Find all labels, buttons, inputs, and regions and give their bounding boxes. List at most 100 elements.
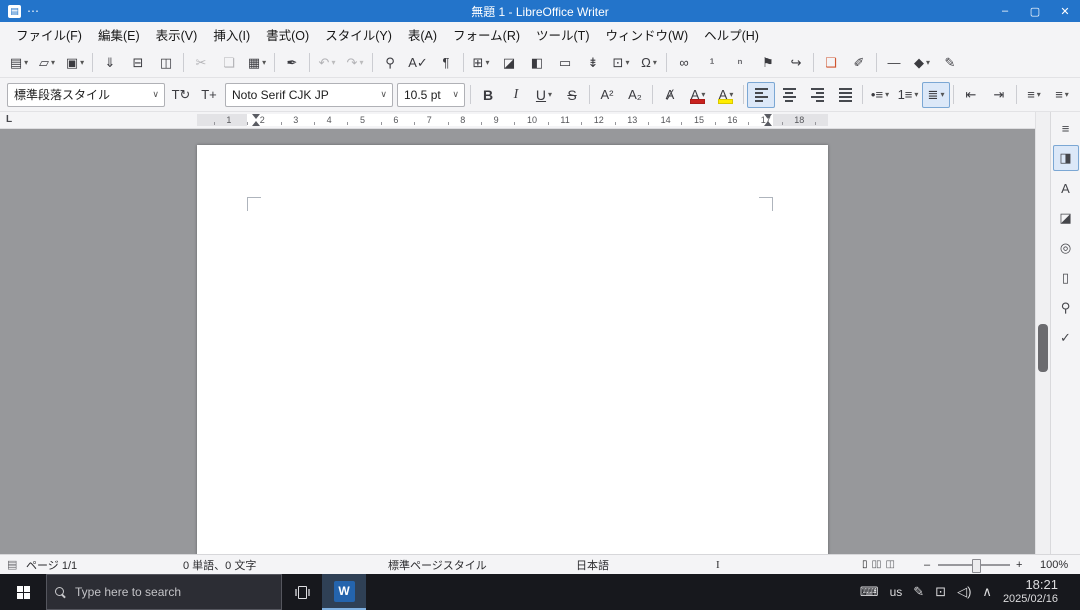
insert-endnote-button[interactable]: ⁿ bbox=[726, 49, 754, 75]
new-document-dropdown-icon[interactable]: ▾ bbox=[24, 58, 28, 67]
insert-table-dropdown-icon[interactable]: ▾ bbox=[485, 58, 489, 67]
font-color-button[interactable]: A▾ bbox=[684, 82, 712, 108]
menu-item-8[interactable]: ツール(T) bbox=[528, 22, 597, 47]
start-button[interactable] bbox=[0, 574, 46, 610]
highlight-color-button[interactable]: A▾ bbox=[712, 82, 740, 108]
ordered-list-button[interactable]: 1≡▾ bbox=[894, 82, 922, 108]
status-page-number[interactable]: ページ 1/1 bbox=[26, 555, 77, 574]
tab-stop-selector[interactable]: L bbox=[6, 114, 12, 125]
export-pdf-button[interactable]: ⇓ bbox=[96, 49, 124, 75]
zoom-in-button[interactable]: + bbox=[1016, 555, 1022, 574]
copy-button[interactable]: ❏ bbox=[215, 49, 243, 75]
menu-item-7[interactable]: フォーム(R) bbox=[445, 22, 528, 47]
insert-page-break-button[interactable]: ⇟ bbox=[579, 49, 607, 75]
sidebar-properties-button[interactable]: ◨ bbox=[1053, 145, 1079, 171]
line-spacing-button[interactable]: ≡▾ bbox=[1020, 82, 1048, 108]
outline-list-dropdown-icon[interactable]: ▾ bbox=[940, 90, 944, 99]
sidebar-sidebar-settings-button[interactable]: ≡ bbox=[1053, 115, 1079, 141]
insert-textbox-button[interactable]: ▭ bbox=[551, 49, 579, 75]
clone-formatting-button[interactable]: ✒ bbox=[278, 49, 306, 75]
superscript-button[interactable]: A² bbox=[593, 82, 621, 108]
maximize-button[interactable]: ▢ bbox=[1020, 0, 1050, 22]
taskbar-writer-app-button[interactable]: W bbox=[322, 574, 366, 610]
align-left-button[interactable] bbox=[747, 82, 775, 108]
font-name-combobox[interactable]: Noto Serif CJK JP∨ bbox=[225, 83, 393, 107]
paste-button[interactable]: ▦▾ bbox=[243, 49, 271, 75]
zoom-slider[interactable] bbox=[938, 555, 1010, 574]
sidebar-navigator-button[interactable]: ◎ bbox=[1053, 235, 1079, 261]
update-style-button[interactable]: T↻ bbox=[167, 82, 195, 108]
insert-line-button[interactable]: — bbox=[880, 49, 908, 75]
line-spacing-dropdown-icon[interactable]: ▾ bbox=[1037, 90, 1041, 99]
status-word-count[interactable]: 0 単語、0 文字 bbox=[183, 555, 256, 574]
track-changes-button[interactable]: ✐ bbox=[845, 49, 873, 75]
find-replace-button[interactable]: ⚲ bbox=[376, 49, 404, 75]
bold-button[interactable]: B bbox=[474, 82, 502, 108]
underline-button[interactable]: U▾ bbox=[530, 82, 558, 108]
task-view-button[interactable] bbox=[282, 574, 322, 610]
sidebar-accessibility-check-button[interactable]: ✓ bbox=[1053, 325, 1079, 351]
sidebar-page-button[interactable]: ▯ bbox=[1053, 265, 1079, 291]
unordered-list-button[interactable]: •≡▾ bbox=[866, 82, 894, 108]
basic-shapes-dropdown-icon[interactable]: ▾ bbox=[926, 58, 930, 67]
menu-item-10[interactable]: ヘルプ(H) bbox=[696, 22, 767, 47]
undo-dropdown-icon[interactable]: ▾ bbox=[331, 58, 335, 67]
unordered-list-dropdown-icon[interactable]: ▾ bbox=[885, 90, 889, 99]
outline-list-button[interactable]: ≣▾ bbox=[922, 82, 950, 108]
new-style-button[interactable]: T+ bbox=[195, 82, 223, 108]
special-character-dropdown-icon[interactable]: ▾ bbox=[653, 58, 657, 67]
redo-dropdown-icon[interactable]: ▾ bbox=[359, 58, 363, 67]
strikethrough-button[interactable]: S bbox=[558, 82, 586, 108]
menu-item-3[interactable]: 挿入(I) bbox=[205, 22, 258, 47]
redo-button[interactable]: ↷▾ bbox=[341, 49, 369, 75]
paragraph-spacing-dropdown-icon[interactable]: ▾ bbox=[1065, 90, 1069, 99]
show-draw-functions-button[interactable]: ✎ bbox=[936, 49, 964, 75]
undo-button[interactable]: ↶▾ bbox=[313, 49, 341, 75]
print-button[interactable]: ⊟ bbox=[124, 49, 152, 75]
status-selection-mode[interactable]: I bbox=[716, 555, 720, 574]
special-character-button[interactable]: Ω▾ bbox=[635, 49, 663, 75]
minimize-button[interactable]: – bbox=[990, 0, 1020, 22]
volume-icon[interactable]: ◁) bbox=[957, 584, 971, 600]
menu-item-2[interactable]: 表示(V) bbox=[148, 22, 206, 47]
open-file-dropdown-icon[interactable]: ▾ bbox=[51, 58, 55, 67]
clear-formatting-button[interactable]: Ⱥ bbox=[656, 82, 684, 108]
toolbar-overflow-button[interactable]: » bbox=[1076, 82, 1080, 108]
increase-indent-button[interactable]: ⇥ bbox=[985, 82, 1013, 108]
menu-item-6[interactable]: 表(A) bbox=[400, 22, 445, 47]
zoom-percentage[interactable]: 100% bbox=[1040, 555, 1068, 574]
status-language[interactable]: 日本語 bbox=[576, 555, 609, 574]
menu-item-1[interactable]: 編集(E) bbox=[90, 22, 148, 47]
close-button[interactable]: ✕ bbox=[1050, 0, 1080, 22]
open-file-button[interactable]: ▱▾ bbox=[33, 49, 61, 75]
hidden-icons-chevron[interactable]: ∧ bbox=[982, 584, 992, 600]
input-language[interactable]: us bbox=[890, 585, 903, 599]
taskbar-search-input[interactable]: Type here to search bbox=[46, 574, 282, 610]
insert-hyperlink-button[interactable]: ∞ bbox=[670, 49, 698, 75]
cross-reference-button[interactable]: ↪ bbox=[782, 49, 810, 75]
insert-field-dropdown-icon[interactable]: ▾ bbox=[625, 58, 629, 67]
zoom-slider-track[interactable] bbox=[938, 564, 1010, 566]
keyboard-icon[interactable]: ⌨ bbox=[860, 584, 879, 600]
align-justify-button[interactable] bbox=[831, 82, 859, 108]
ime-pen-icon[interactable]: ✎ bbox=[913, 584, 924, 600]
sidebar-styles-button[interactable]: A bbox=[1053, 175, 1079, 201]
ordered-list-dropdown-icon[interactable]: ▾ bbox=[914, 90, 918, 99]
status-page-style[interactable]: 標準ページスタイル bbox=[388, 555, 487, 574]
network-icon[interactable]: ⊡ bbox=[935, 584, 946, 600]
sidebar-style-inspector-button[interactable]: ⚲ bbox=[1053, 295, 1079, 321]
insert-table-button[interactable]: ⊞▾ bbox=[467, 49, 495, 75]
insert-footnote-button[interactable]: ¹ bbox=[698, 49, 726, 75]
italic-button[interactable]: I bbox=[502, 82, 530, 108]
paragraph-style-combobox[interactable]: 標準段落スタイル∨ bbox=[7, 83, 165, 107]
insert-image-button[interactable]: ◪ bbox=[495, 49, 523, 75]
paragraph-spacing-button[interactable]: ≡▾ bbox=[1048, 82, 1076, 108]
titlebar-overflow-dots-icon[interactable]: ⋯ bbox=[27, 4, 41, 18]
insert-field-button[interactable]: ⊡▾ bbox=[607, 49, 635, 75]
menu-item-9[interactable]: ウィンドウ(W) bbox=[597, 22, 696, 47]
font-name-dropdown-icon[interactable]: ∨ bbox=[377, 89, 390, 100]
new-document-button[interactable]: ▤▾ bbox=[5, 49, 33, 75]
insert-comment-button[interactable]: ❑ bbox=[817, 49, 845, 75]
vertical-scrollbar-thumb[interactable] bbox=[1038, 324, 1048, 372]
font-size-combobox[interactable]: 10.5 pt∨ bbox=[397, 83, 465, 107]
